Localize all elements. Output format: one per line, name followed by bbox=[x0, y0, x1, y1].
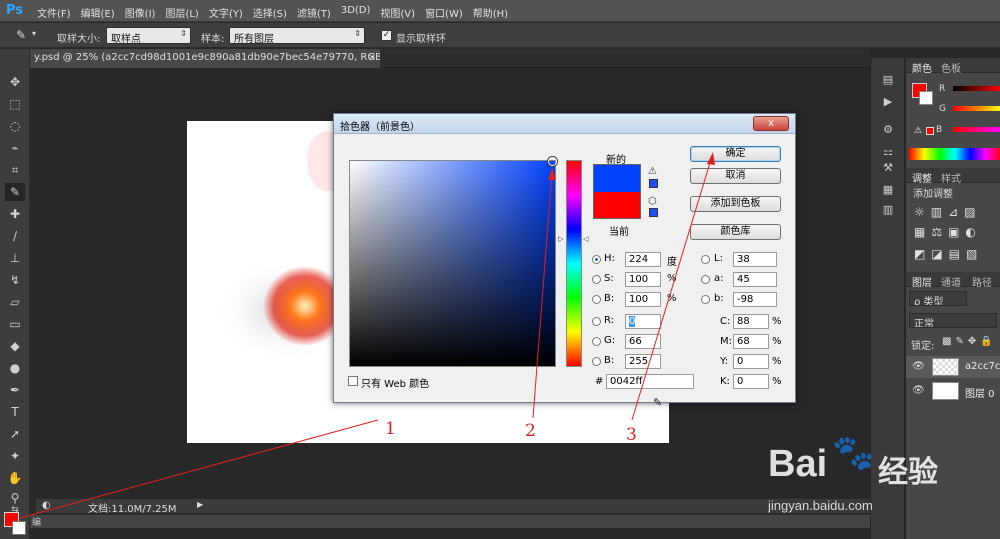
annotation-line-2 bbox=[532, 171, 553, 419]
watermark-url: jingyan.baidu.com bbox=[768, 498, 873, 513]
annotation-arrowhead-2 bbox=[548, 168, 556, 180]
paw-icon: 🐾 bbox=[832, 433, 875, 473]
annotation-arrowhead-3 bbox=[707, 152, 715, 165]
watermark-brand: Bai bbox=[768, 443, 828, 485]
photoshop-window: Ps 文件(F) 编辑(E) 图像(I) 图层(L) 文字(Y) 选择(S) 滤… bbox=[0, 0, 1000, 539]
watermark-suffix: 经验 bbox=[878, 456, 938, 489]
annotation-label-2: 2 bbox=[525, 421, 536, 441]
annotation-line-3 bbox=[631, 155, 713, 421]
annotation-line-1 bbox=[19, 419, 379, 519]
annotation-label-3: 3 bbox=[626, 425, 637, 445]
baidu-watermark: Bai 🐾 经验 jingyan.baidu.com bbox=[740, 425, 975, 535]
annotation-label-1: 1 bbox=[385, 419, 396, 439]
